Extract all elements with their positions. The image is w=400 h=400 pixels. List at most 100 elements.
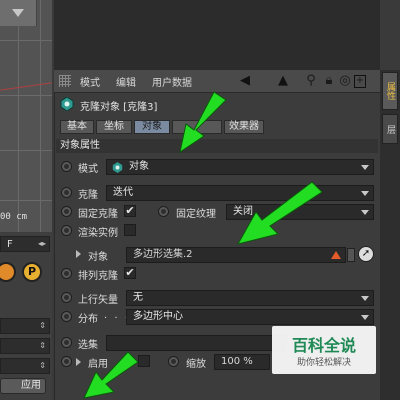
record-icon[interactable] xyxy=(0,262,16,282)
enable-radio[interactable] xyxy=(61,356,72,367)
tab-effectors[interactable]: 效果器 xyxy=(224,120,264,134)
target-icon[interactable]: ◎ xyxy=(338,73,352,88)
mode-row: 模式 对象 xyxy=(56,157,378,177)
tab-coordinates[interactable]: 坐标 xyxy=(96,120,132,134)
spinner-icon[interactable]: ⇕ xyxy=(39,321,46,330)
tab-object[interactable]: 对象 xyxy=(134,120,170,134)
render-instance-label: 渲染实例 xyxy=(78,228,118,239)
distribution-dropdown[interactable]: 多边形中心 xyxy=(126,309,374,325)
frame-label: F xyxy=(7,239,13,250)
sort-clone-label: 排列克隆 xyxy=(78,271,118,282)
render-instance-checkbox[interactable] xyxy=(124,224,136,236)
fixed-clone-radio[interactable] xyxy=(61,206,72,217)
fixed-clone-row: 固定克隆 ✔ 固定纹理 关闭 xyxy=(56,202,378,222)
cloner-icon xyxy=(112,162,123,173)
selection-label: 选集 xyxy=(78,340,98,351)
distribution-value: 多边形中心 xyxy=(133,311,183,322)
object-header: 克隆对象 [克隆3] xyxy=(54,93,380,115)
watermark: 百科全说 助你轻松解决 xyxy=(272,326,376,374)
scale-radio[interactable] xyxy=(168,356,179,367)
up-vector-dropdown[interactable]: 无 xyxy=(126,290,374,306)
spinner-icon[interactable]: ⇕ xyxy=(39,341,46,350)
chevron-down-icon xyxy=(361,191,369,196)
up-vector-value: 无 xyxy=(133,292,143,303)
sort-clone-checkbox[interactable]: ✔ xyxy=(124,267,136,279)
clone-dropdown[interactable]: 迭代 xyxy=(106,185,374,201)
mode-dropdown[interactable]: 对象 xyxy=(106,159,374,175)
menu-edit[interactable]: 编辑 xyxy=(116,74,136,89)
panel-top-area xyxy=(54,0,380,70)
chevron-down-icon xyxy=(361,210,369,215)
menu-mode[interactable]: 模式 xyxy=(80,74,100,89)
sort-clone-row: 排列克隆 ✔ xyxy=(56,264,378,284)
frame-field[interactable]: F ◂▸ xyxy=(0,236,50,252)
menu-user-data[interactable]: 用户数据 xyxy=(152,74,192,89)
scale-field[interactable]: 100 % xyxy=(214,354,270,370)
clone-row: 克隆 迭代 xyxy=(56,183,378,203)
up-vector-row: 上行矢量 无 xyxy=(56,288,378,308)
fixed-clone-label: 固定克隆 xyxy=(78,209,118,220)
selection-radio[interactable] xyxy=(61,337,72,348)
clone-radio[interactable] xyxy=(61,187,72,198)
object-link-value: 多边形选集.2 xyxy=(133,249,193,260)
mode-label: 模式 xyxy=(78,164,98,175)
object-link-field[interactable]: 多边形选集.2 xyxy=(126,247,346,263)
scale-value: 100 % xyxy=(221,356,253,367)
tab-basic[interactable]: 基本 xyxy=(60,120,94,134)
mode-radio[interactable] xyxy=(61,161,72,172)
left-field-1[interactable]: ⇕ xyxy=(0,318,50,334)
fixed-texture-radio[interactable] xyxy=(158,206,169,217)
search-icon[interactable]: ⚲ xyxy=(304,73,318,88)
apply-button[interactable]: 应用 xyxy=(0,378,46,394)
clone-label: 克隆 xyxy=(78,190,98,201)
selection-field[interactable] xyxy=(106,335,286,351)
up-vector-label: 上行矢量 xyxy=(78,295,118,306)
chevron-down-icon xyxy=(361,296,369,301)
expand-arrow-icon[interactable] xyxy=(76,250,81,258)
side-tab-layers[interactable]: 层 xyxy=(382,114,398,144)
enable-checkbox[interactable] xyxy=(138,355,150,367)
fixed-texture-label: 固定纹理 xyxy=(176,209,216,220)
mode-value: 对象 xyxy=(129,161,149,172)
view-menu-button[interactable] xyxy=(0,0,37,26)
spinner-icon[interactable]: ⇕ xyxy=(39,361,46,370)
new-panel-icon[interactable]: + xyxy=(354,75,366,88)
up-vector-radio[interactable] xyxy=(61,292,72,303)
render-instance-row: 渲染实例 xyxy=(56,221,378,241)
link-menu-icon[interactable] xyxy=(347,248,355,262)
clone-value: 迭代 xyxy=(113,187,133,198)
watermark-subtitle: 助你轻松解决 xyxy=(296,358,351,368)
object-row: 对象 多边形选集.2 ➚ xyxy=(56,245,378,265)
render-instance-radio[interactable] xyxy=(61,225,72,236)
distribution-radio[interactable] xyxy=(61,311,72,322)
grip-icon[interactable] xyxy=(59,75,71,87)
chevron-down-icon xyxy=(361,165,369,170)
left-field-2[interactable]: ⇕ xyxy=(0,338,50,354)
sort-clone-radio[interactable] xyxy=(61,268,72,279)
lock-icon[interactable]: 🔒︎ xyxy=(322,73,336,88)
section-title: 对象属性 xyxy=(56,139,378,153)
back-arrow-icon[interactable]: ◀ xyxy=(238,73,252,88)
viewport-scale-label: 00 cm xyxy=(0,212,28,222)
left-field-3[interactable]: ⇕ xyxy=(0,358,50,374)
cloner-icon xyxy=(60,97,74,111)
side-tab-attributes[interactable]: 属性 xyxy=(382,72,398,110)
warning-triangle-icon xyxy=(331,251,341,259)
chevron-down-icon xyxy=(12,9,24,17)
tab-transform[interactable] xyxy=(172,120,222,134)
picker-arrow-icon[interactable]: ➚ xyxy=(358,246,374,262)
pointer-arrow-icon[interactable]: ▲ xyxy=(276,73,290,88)
play-icon[interactable]: P xyxy=(22,262,42,282)
object-title: 克隆对象 [克隆3] xyxy=(80,102,158,113)
distribution-label: 分布 xyxy=(78,314,98,325)
watermark-title: 百科全说 xyxy=(291,336,356,355)
fixed-texture-value: 关闭 xyxy=(233,206,253,217)
fixed-texture-dropdown[interactable]: 关闭 xyxy=(226,204,374,220)
fixed-clone-checkbox[interactable]: ✔ xyxy=(124,205,136,217)
expand-arrow-icon[interactable] xyxy=(76,358,81,366)
spinner-icon[interactable]: ◂▸ xyxy=(38,239,46,248)
attribute-menubar: 模式 编辑 用户数据 ◀ ▲ ⚲ 🔒︎ ◎ + xyxy=(54,70,380,93)
viewport[interactable]: 00 cm xyxy=(0,0,52,232)
enable-label: 启用 xyxy=(88,359,108,370)
distribution-row: 分布 . . . 多边形中心 xyxy=(56,307,378,327)
